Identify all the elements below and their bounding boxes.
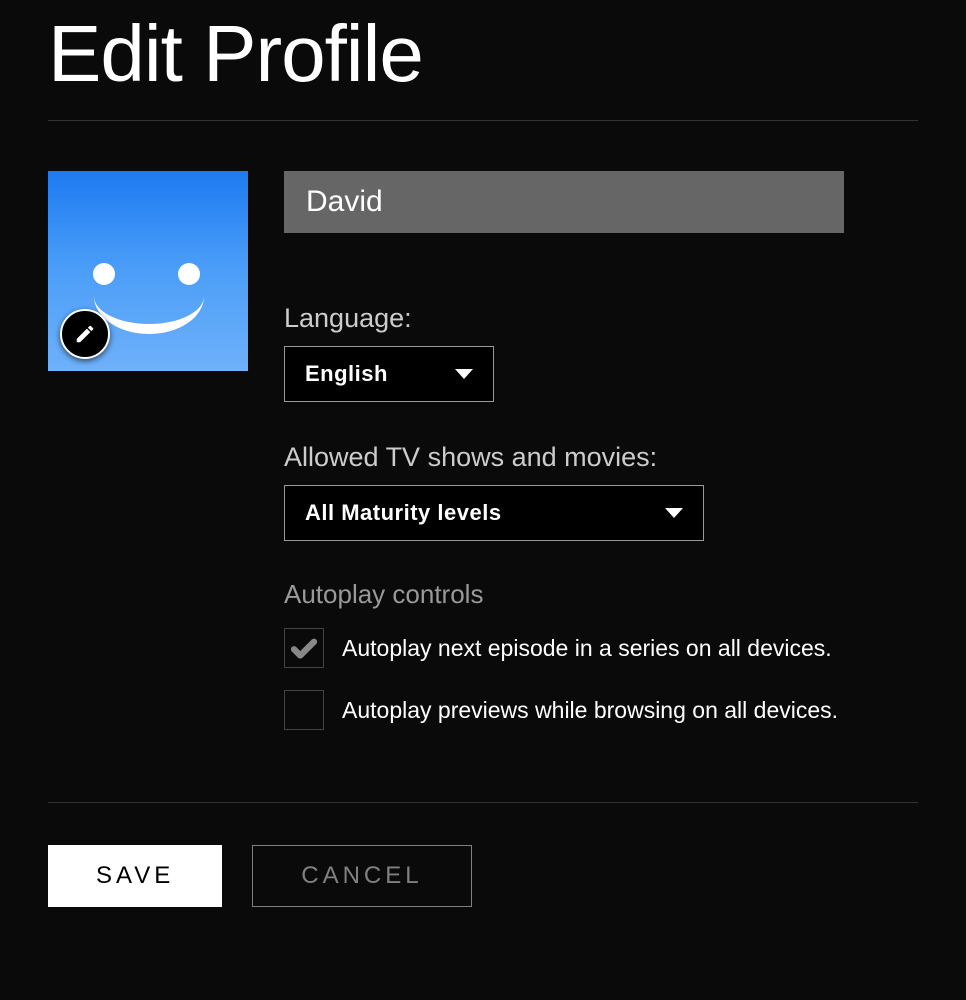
- autoplay-heading: Autoplay controls: [284, 579, 918, 610]
- autoplay-previews-row: Autoplay previews while browsing on all …: [284, 690, 918, 730]
- button-row: SAVE CANCEL: [48, 803, 918, 947]
- edit-avatar-button[interactable]: [60, 309, 110, 359]
- form-column: Language: English Allowed TV shows and m…: [284, 171, 918, 752]
- checkmark-icon: [289, 633, 319, 663]
- language-selected-value: English: [305, 361, 388, 387]
- avatar-eye-right: [178, 263, 200, 285]
- profile-name-input[interactable]: [284, 171, 844, 233]
- autoplay-next-episode-row: Autoplay next episode in a series on all…: [284, 628, 918, 668]
- autoplay-previews-checkbox[interactable]: [284, 690, 324, 730]
- caret-down-icon: [665, 508, 683, 518]
- cancel-button[interactable]: CANCEL: [252, 845, 471, 907]
- autoplay-next-episode-checkbox[interactable]: [284, 628, 324, 668]
- avatar-smile: [94, 286, 204, 334]
- avatar-wrapper[interactable]: [48, 171, 248, 371]
- maturity-select[interactable]: All Maturity levels: [284, 485, 704, 541]
- maturity-selected-value: All Maturity levels: [305, 500, 502, 526]
- avatar-eye-left: [93, 263, 115, 285]
- autoplay-previews-label: Autoplay previews while browsing on all …: [342, 697, 838, 724]
- profile-form-row: Language: English Allowed TV shows and m…: [48, 121, 918, 802]
- language-label: Language:: [284, 303, 918, 334]
- language-select[interactable]: English: [284, 346, 494, 402]
- autoplay-next-episode-label: Autoplay next episode in a series on all…: [342, 635, 832, 662]
- caret-down-icon: [455, 369, 473, 379]
- maturity-label: Allowed TV shows and movies:: [284, 442, 918, 473]
- save-button[interactable]: SAVE: [48, 845, 222, 907]
- pencil-icon: [74, 323, 96, 345]
- page-title: Edit Profile: [48, 0, 918, 120]
